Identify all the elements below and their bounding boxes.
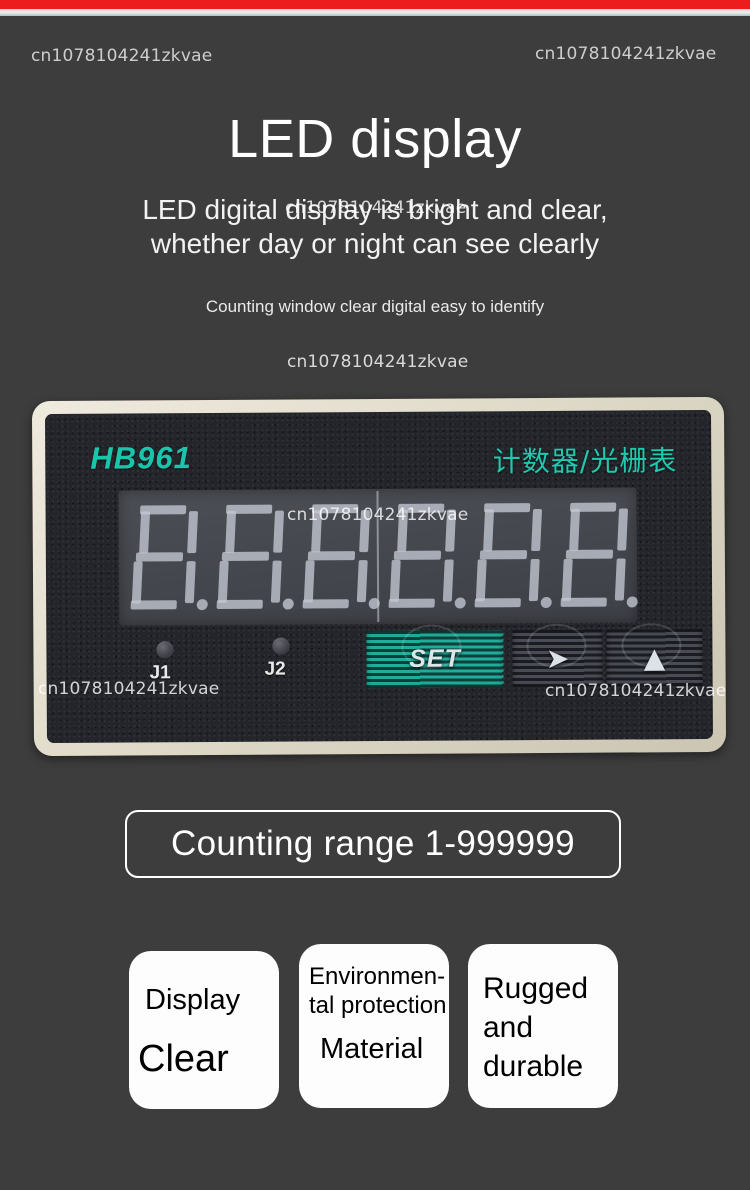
indicator-label-j1: J1 bbox=[149, 662, 171, 684]
feature-card-2-line2: Material bbox=[320, 1033, 424, 1065]
counting-range-text: Counting range 1-999999 bbox=[171, 824, 575, 863]
led-digit bbox=[466, 500, 552, 610]
top-red-bar bbox=[0, 0, 750, 9]
feature-card-1-line1: Display bbox=[145, 984, 241, 1016]
increment-button[interactable]: ▲ bbox=[606, 629, 703, 687]
indicator-label-j2: J2 bbox=[264, 658, 286, 680]
device-brand-label: HB961 bbox=[90, 440, 192, 476]
counting-range-banner: Counting range 1-999999 bbox=[125, 810, 621, 878]
feature-card-display-clear bbox=[129, 951, 279, 1109]
device-faceplate: HB961 计数器/光栅表 J1 J2 SET ➤ ▲ bbox=[45, 409, 713, 744]
page-title: LED display bbox=[228, 109, 522, 169]
set-button-label: SET bbox=[409, 644, 461, 673]
indicator-led-j2 bbox=[272, 637, 290, 655]
subtitle-line-1: LED digital display is bright and clear, bbox=[142, 194, 608, 225]
top-gradient-strip bbox=[0, 9, 750, 16]
feature-card-3-line1: Rugged and durable bbox=[483, 972, 589, 1083]
feature-card-2-line1: Environmen-tal protection bbox=[309, 963, 447, 1019]
led-digit bbox=[294, 502, 380, 612]
product-marketing-page: cn1078104241zkvae cn1078104241zkvae LED … bbox=[0, 0, 750, 1190]
indicator-led-j1 bbox=[156, 641, 174, 659]
led-digit bbox=[122, 503, 208, 613]
led-digit bbox=[380, 501, 466, 611]
page-subtitle: LED digital display is bright and clear,… bbox=[0, 193, 750, 261]
led-digit bbox=[208, 502, 294, 612]
watermark-above-device: cn1078104241zkvae bbox=[287, 352, 469, 372]
device-chinese-label: 计数器/光栅表 bbox=[492, 444, 678, 479]
shift-button[interactable]: ➤ bbox=[512, 629, 603, 688]
up-arrow-icon: ▲ bbox=[643, 640, 666, 674]
subtitle-line-2: whether day or night can see clearly bbox=[150, 228, 600, 259]
led-display-window bbox=[118, 487, 638, 626]
feature-card-1-line2: Clear bbox=[138, 1038, 229, 1080]
watermark-top-left: cn1078104241zkvae bbox=[31, 46, 213, 66]
page-caption: Counting window clear digital easy to id… bbox=[205, 297, 545, 316]
right-arrow-icon: ➤ bbox=[545, 641, 570, 675]
set-button[interactable]: SET bbox=[366, 630, 504, 689]
watermark-top-right: cn1078104241zkvae bbox=[535, 44, 717, 64]
feature-card-row: Display Clear Environmen-tal protection … bbox=[0, 944, 750, 1114]
counter-device: HB961 计数器/光栅表 J1 J2 SET ➤ ▲ bbox=[31, 396, 727, 757]
led-digit bbox=[552, 500, 638, 610]
